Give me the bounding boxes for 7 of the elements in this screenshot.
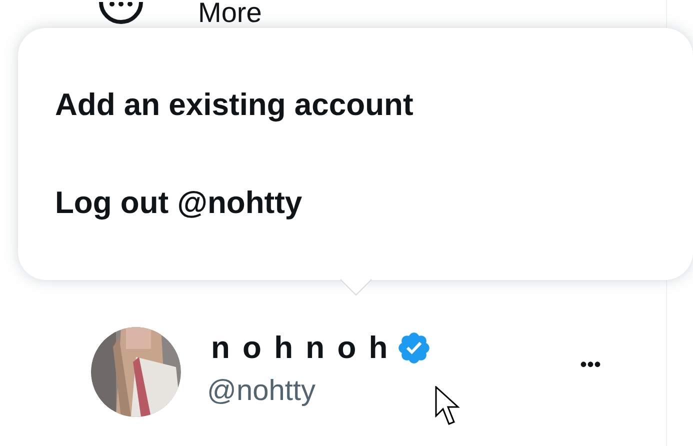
menu-item[interactable]: Add an existing account xyxy=(18,56,693,154)
account-handle: @nohtty xyxy=(207,374,316,409)
more-options-button[interactable]: ••• xyxy=(580,355,602,375)
account-name: n o h n o h xyxy=(211,329,390,367)
menu-item[interactable]: Log out @nohtty xyxy=(18,154,693,252)
mouse-cursor-icon xyxy=(435,386,461,426)
nav-link[interactable]: More xyxy=(198,0,262,26)
